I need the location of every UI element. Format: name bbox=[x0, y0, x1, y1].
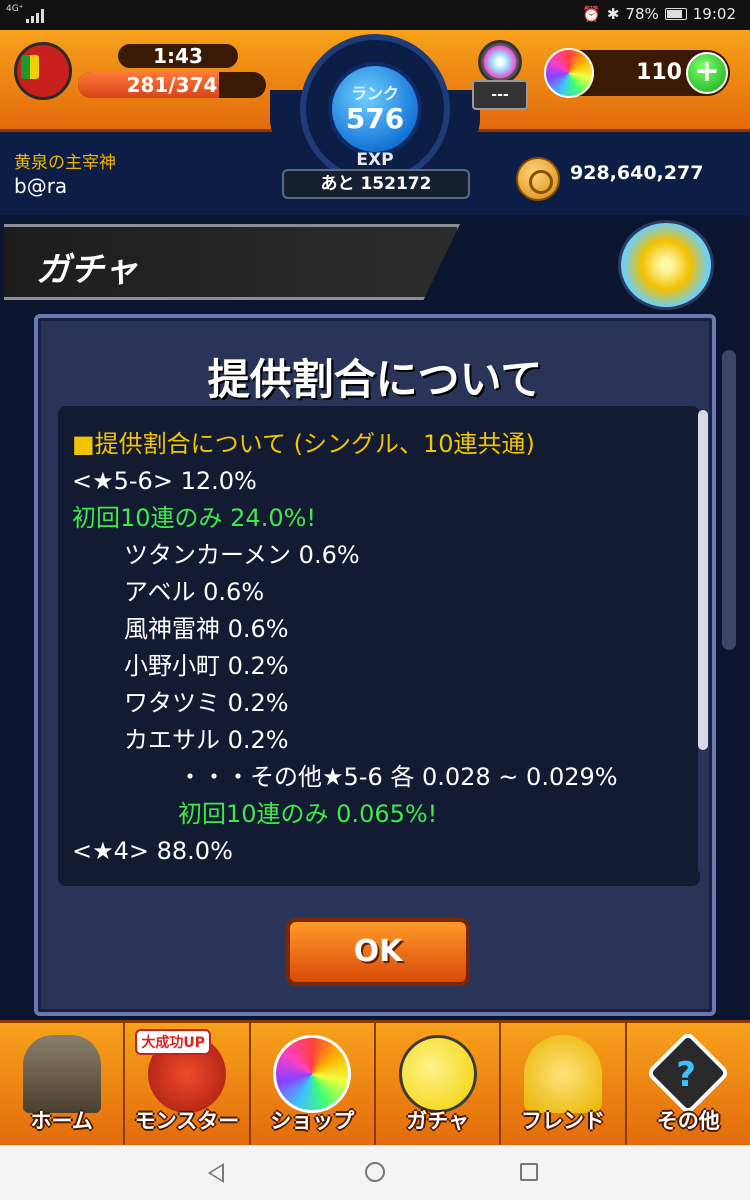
rank-label: ランク bbox=[350, 84, 399, 103]
recent-apps-icon[interactable] bbox=[520, 1163, 538, 1181]
username: b@ra bbox=[14, 174, 68, 198]
gold-coin-icon bbox=[516, 157, 560, 201]
battery-percent: 78% bbox=[625, 5, 659, 23]
nav-home[interactable]: ホーム bbox=[0, 1023, 126, 1145]
rate-line: 風神雷神 0.6% bbox=[124, 615, 289, 643]
beginner-badge-icon[interactable] bbox=[14, 42, 72, 100]
home-icon bbox=[22, 1035, 101, 1113]
nav-label: ホーム bbox=[30, 1109, 93, 1133]
rate-line: ツタンカーメン 0.6% bbox=[124, 541, 360, 569]
dialog-title: 提供割合について bbox=[207, 355, 543, 404]
nav-gacha[interactable]: ガチャ bbox=[376, 1023, 502, 1145]
rate-line: カエサル 0.2% bbox=[124, 726, 289, 754]
battery-icon bbox=[664, 8, 687, 20]
ok-button[interactable]: OK bbox=[286, 918, 470, 986]
nav-label: その他 bbox=[656, 1109, 720, 1133]
nav-label: ガチャ bbox=[406, 1109, 470, 1133]
system-nav-bar bbox=[0, 1145, 750, 1200]
nav-label: ショップ bbox=[270, 1109, 355, 1133]
rate-line: ・・・その他★5-6 各 0.028 ~ 0.029% bbox=[178, 763, 618, 791]
page-title: ガチャ bbox=[36, 250, 138, 290]
rainbow-orb-icon bbox=[544, 48, 594, 98]
machine-orb-icon bbox=[478, 40, 522, 84]
rank-orb: ランク 576 bbox=[328, 62, 422, 156]
nav-other[interactable]: ? その他 bbox=[627, 1023, 750, 1145]
clock: 19:02 bbox=[692, 5, 736, 23]
nav-monster[interactable]: 大成功UP モンスター bbox=[125, 1023, 251, 1145]
rate-line: <★4> 88.0% bbox=[72, 837, 233, 865]
rate-line: <★5-6> 12.0% bbox=[72, 467, 257, 495]
rates-scroll-panel[interactable]: ■提供割合について (シングル、10連共通) <★5-6> 12.0% 初回10… bbox=[58, 406, 708, 886]
exp-label: EXP bbox=[356, 150, 394, 170]
star-ball-icon[interactable] bbox=[618, 220, 714, 310]
rates-list: ■提供割合について (シングル、10連共通) <★5-6> 12.0% 初回10… bbox=[72, 426, 692, 870]
page-scrollbar[interactable] bbox=[722, 350, 736, 650]
machine-label: --- bbox=[472, 80, 528, 110]
stamina-timer: 1:43 bbox=[118, 44, 238, 68]
rate-line: アベル 0.6% bbox=[124, 578, 265, 606]
back-icon[interactable] bbox=[208, 1163, 224, 1183]
bottom-nav: ホーム 大成功UP モンスター ショップ ガチャ フレンド ? その他 bbox=[0, 1020, 750, 1145]
orb-count: 110 bbox=[636, 60, 682, 85]
stamina-bar: 281/374 bbox=[78, 72, 266, 98]
promo-badge: 大成功UP bbox=[135, 1029, 211, 1055]
rate-line: 小野小町 0.2% bbox=[124, 652, 289, 680]
gacha-icon bbox=[398, 1035, 477, 1113]
nav-label: モンスター bbox=[134, 1109, 240, 1133]
game-header: 1:43 281/374 ランク 576 EXP あと 152172 --- 1… bbox=[0, 30, 750, 215]
rate-line: ワタツミ 0.2% bbox=[124, 689, 289, 717]
signal-icon bbox=[26, 7, 48, 23]
bluetooth-icon: ✱ bbox=[606, 5, 620, 23]
rate-line-bonus: 初回10連のみ 24.0%! bbox=[72, 504, 317, 532]
rates-scrollbar[interactable] bbox=[698, 410, 708, 874]
gacha-banner: ガチャ bbox=[0, 220, 750, 310]
rank-value: 576 bbox=[345, 102, 405, 135]
friend-icon bbox=[523, 1035, 602, 1113]
player-title: 黄泉の主宰神 bbox=[14, 153, 116, 173]
stamina-value: 281/374 bbox=[126, 73, 218, 97]
home-circle-icon[interactable] bbox=[365, 1162, 385, 1182]
nav-friend[interactable]: フレンド bbox=[501, 1023, 627, 1145]
rate-line-bonus: 初回10連のみ 0.065%! bbox=[178, 800, 438, 828]
nav-label: フレンド bbox=[520, 1109, 605, 1133]
network-type: 4G⁺ bbox=[6, 4, 24, 14]
stamina-widget[interactable]: 1:43 281/374 bbox=[78, 44, 266, 100]
gold-amount: 928,640,277 bbox=[570, 162, 704, 184]
question-mark-icon: ? bbox=[676, 1055, 697, 1095]
rates-scrollbar-thumb[interactable] bbox=[698, 410, 708, 750]
status-bar: 4G⁺ ⏰ ✱ 78% 19:02 bbox=[0, 0, 750, 30]
nav-shop[interactable]: ショップ bbox=[251, 1023, 376, 1145]
status-right: ⏰ ✱ 78% 19:02 bbox=[582, 5, 736, 23]
drop-rate-dialog: 提供割合について ■提供割合について (シングル、10連共通) <★5-6> 1… bbox=[34, 314, 716, 1016]
alarm-icon: ⏰ bbox=[582, 5, 601, 23]
buy-orbs-button[interactable]: + bbox=[686, 52, 728, 94]
rates-heading: ■提供割合について (シングル、10連共通) bbox=[72, 430, 535, 458]
orb-machine-icon[interactable]: --- bbox=[472, 40, 528, 110]
exp-remaining: あと 152172 bbox=[282, 169, 470, 199]
orb-counter: 110 + bbox=[544, 48, 730, 98]
shop-icon bbox=[273, 1035, 352, 1113]
